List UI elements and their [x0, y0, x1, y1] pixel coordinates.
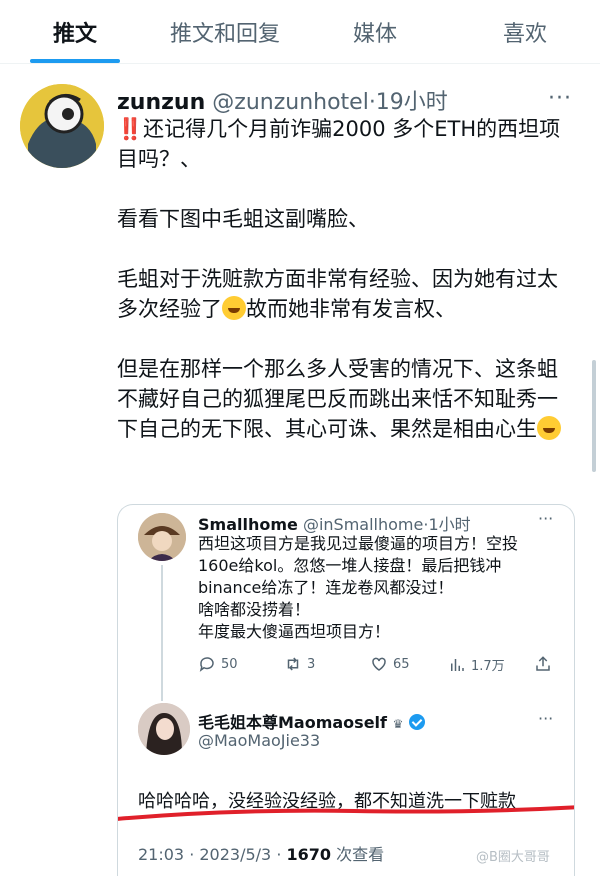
tweet-paragraph-2: 看看下图中毛蛆这副嘴脸、 [117, 207, 369, 231]
quote-body: 西坦这项目方是我见过最傻逼的项目方！空投 160e给kol。忽悠一堆人接盘！最后… [198, 533, 558, 643]
like-count: 65 [393, 656, 410, 672]
timestamp: 21:03 · 2023/5/3 · 1670 次查看 [138, 841, 384, 865]
author-name[interactable]: 毛毛姐本尊Maomaoself ♛ [198, 709, 425, 733]
tab-media[interactable]: 媒体 [300, 0, 450, 63]
tweet-text-3b: 故而她非常有发言权、 [246, 297, 456, 321]
tweet-paragraph-4: 但是在那样一个那么多人受害的情况下、这条蛆不藏好自己的狐狸尾巴反而跳出来恬不知耻… [117, 354, 577, 444]
tweet-header: zunzun @zunzunhotel·19小时 [117, 84, 448, 116]
tweet-body: ‼️还记得几个月前诈骗2000 多个ETH的西坦项目吗？、 看看下图中毛蛆这副嘴… [117, 114, 577, 474]
author-handle[interactable]: @MaoMaoJie33 [198, 731, 320, 750]
quote-header: Smallhome @inSmallhome·1小时 [198, 511, 471, 535]
avatar[interactable] [138, 513, 186, 561]
tweet-text-1: 还记得几个月前诈骗2000 多个ETH的西坦项目吗？、 [117, 117, 561, 171]
laughing-cat-emoji-icon [537, 416, 561, 440]
avatar[interactable] [138, 703, 190, 755]
tweet-time[interactable]: ·19小时 [369, 90, 448, 115]
views-button[interactable]: 1.7万 [448, 655, 505, 674]
tab-tweets-and-replies[interactable]: 推文和回复 [150, 0, 300, 63]
retweet-button[interactable]: 3 [284, 655, 315, 673]
author-name[interactable]: Smallhome [198, 515, 298, 534]
grinning-squint-emoji-icon [222, 296, 246, 320]
watermark: @B圈大哥哥 [476, 850, 550, 865]
timestamp-text: 21:03 · 2023/5/3 · [138, 845, 287, 864]
tab-likes[interactable]: 喜欢 [450, 0, 600, 63]
quote-line: 西坦这项目方是我见过最傻逼的项目方！空投 [198, 534, 519, 553]
verified-badge-icon [408, 714, 425, 730]
action-bar: 50 3 65 1.7万 [198, 655, 558, 679]
avatar[interactable] [20, 84, 104, 168]
reply-button[interactable]: 50 [198, 655, 238, 673]
double-exclamation-icon: ‼️ [117, 117, 144, 141]
views-icon [451, 658, 464, 671]
author-name[interactable]: zunzun [117, 90, 205, 115]
quote-line: binance给冻了！连龙卷风都没过！ [198, 578, 454, 597]
like-button[interactable]: 65 [370, 655, 410, 673]
views-count: 1.7万 [471, 659, 505, 674]
author-handle[interactable]: @inSmallhome [303, 515, 423, 534]
profile-tabs: 推文 推文和回复 媒体 喜欢 [0, 0, 600, 64]
more-icon[interactable]: ··· [538, 509, 553, 528]
more-icon[interactable]: ··· [548, 86, 572, 111]
tweet-paragraph-3: 毛蛆对于洗赃款方面非常有经验、因为她有过太多次经验了 故而她非常有发言权、 [117, 264, 577, 324]
retweet-count: 3 [307, 656, 316, 672]
reply-count: 50 [221, 656, 238, 672]
reply-icon [199, 657, 214, 672]
author-name-text: 毛毛姐本尊Maomaoself [198, 713, 387, 732]
view-count: 1670 [286, 845, 332, 864]
quote-line: 啥啥都没捞着！ [198, 600, 311, 619]
tweet-text-4: 但是在那样一个那么多人受害的情况下、这条蛆不藏好自己的狐狸尾巴反而跳出来恬不知耻… [117, 357, 558, 441]
scrollbar[interactable] [592, 360, 596, 472]
quote-line: 160e给kol。忽悠一堆人接盘！最后把钱冲 [198, 556, 502, 575]
retweet-icon [287, 657, 299, 671]
tab-tweets[interactable]: 推文 [0, 0, 150, 63]
author-handle[interactable]: @zunzunhotel [212, 90, 369, 115]
embedded-screenshot: Smallhome @inSmallhome·1小时 ··· 西坦这项目方是我见… [117, 504, 575, 876]
more-icon[interactable]: ··· [538, 709, 553, 728]
share-icon [536, 656, 550, 671]
crown-icon: ♛ [392, 717, 404, 731]
quote-line: 年度最大傻逼西坦项目方！ [198, 622, 391, 641]
share-button[interactable] [534, 655, 552, 673]
tweet-time[interactable]: ·1小时 [423, 515, 470, 534]
red-underline-mark [118, 805, 574, 821]
heart-icon [372, 657, 386, 671]
tweet-paragraph-1: ‼️还记得几个月前诈骗2000 多个ETH的西坦项目吗？、 [117, 114, 577, 174]
thread-line [161, 565, 163, 701]
view-label: 次查看 [331, 845, 385, 864]
